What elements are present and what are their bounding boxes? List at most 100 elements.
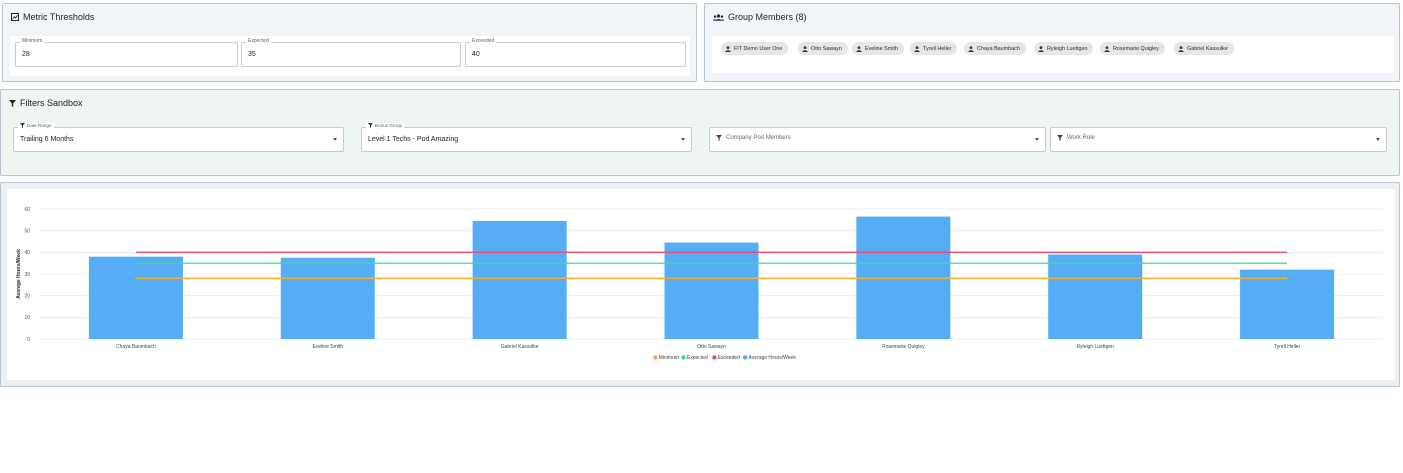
- bonus-group-label-text: Bonus Group: [375, 123, 403, 128]
- y-tick-label: 50: [24, 228, 30, 234]
- member-chip[interactable]: Ryleigh Luettgen: [1034, 42, 1094, 55]
- x-tick-label: Otto Sawayn: [697, 344, 726, 350]
- legend-swatch: [712, 355, 717, 360]
- member-name: Tyrell Heller: [923, 45, 952, 52]
- filters-sandbox-header: Filters Sandbox: [9, 98, 83, 108]
- member-chip[interactable]: Tyrell Heller: [910, 42, 958, 55]
- exceeded-field[interactable]: Exceeded 40: [465, 38, 686, 67]
- date-range-value: Trailing 6 Months: [20, 136, 74, 143]
- date-range-label-text: Date Range: [27, 123, 52, 128]
- filter-icon: [1057, 135, 1063, 141]
- work-role-select[interactable]: Work Role: [1050, 127, 1387, 152]
- metric-thresholds-title: Metric Thresholds: [23, 12, 95, 22]
- y-axis-label: Average Hours/Week: [16, 249, 22, 299]
- bar: [1240, 269, 1335, 339]
- member-chip[interactable]: Chaya Baumbach: [964, 42, 1026, 55]
- member-chip[interactable]: Eveline Smith: [852, 42, 904, 55]
- y-tick-label: 40: [24, 250, 30, 256]
- users-group-icon: [713, 13, 724, 21]
- filter-icon: [368, 123, 373, 128]
- y-tick-label: 10: [24, 315, 30, 321]
- chevron-down-icon: [681, 138, 685, 141]
- exceeded-value: 40: [472, 51, 480, 58]
- filter-icon: [9, 99, 16, 107]
- expected-label: Expected: [246, 38, 271, 44]
- person-icon: [725, 45, 731, 52]
- bar: [472, 220, 567, 339]
- expected-field[interactable]: Expected 35: [241, 38, 461, 67]
- x-tick-label: Eveline Smith: [312, 344, 343, 350]
- filters-sandbox-panel: Filters Sandbox Date Range Trailing 6 Mo…: [0, 89, 1400, 176]
- y-tick-label: 0: [27, 337, 30, 343]
- date-range-label: Date Range: [18, 123, 54, 128]
- chevron-down-icon: [1376, 138, 1380, 141]
- work-role-placeholder: Work Role: [1057, 135, 1095, 141]
- bar: [1048, 254, 1143, 339]
- chart-panel: 0 10 20 30 40 50 60 Average Hours/Week Chaya Bau…: [0, 182, 1400, 387]
- work-role-text: Work Role: [1067, 135, 1095, 141]
- chart-box-icon: [11, 13, 19, 21]
- legend-swatch: [653, 355, 658, 360]
- chart-container: 0 10 20 30 40 50 60 Average Hours/Week Chaya Bau…: [7, 189, 1395, 380]
- legend-label: Expected: [687, 355, 708, 361]
- group-members-title: Group Members (8): [728, 12, 807, 22]
- y-tick-label: 20: [24, 293, 30, 299]
- member-name: Eveline Smith: [865, 45, 898, 52]
- bar: [88, 256, 183, 339]
- bonus-group-label: Bonus Group: [366, 123, 405, 128]
- legend-label: Average Hours/Week: [749, 355, 797, 361]
- company-pod-members-text: Company Pod Members: [726, 135, 791, 141]
- y-tick-label: 60: [24, 207, 30, 213]
- member-chip[interactable]: Gabriel Kassulke: [1174, 42, 1234, 55]
- filter-icon: [716, 135, 722, 141]
- bonus-group-value: Level 1 Techs - Pod Amazing: [368, 136, 459, 143]
- exceeded-label: Exceeded: [470, 38, 497, 44]
- bar: [664, 242, 759, 339]
- date-range-select[interactable]: Date Range Trailing 6 Months: [13, 123, 344, 152]
- member-chip[interactable]: Rosemarie Quigley: [1100, 42, 1165, 55]
- member-name: Rosemarie Quigley: [1113, 45, 1159, 52]
- company-pod-members-placeholder: Company Pod Members: [716, 135, 791, 141]
- group-members-header: Group Members (8): [713, 12, 807, 22]
- member-name: FIT Demo User One: [734, 45, 783, 52]
- member-name: Otto Sawayn: [811, 45, 842, 52]
- legend-label: Exceeded: [718, 355, 740, 361]
- minimum-label: Minimum: [20, 38, 45, 44]
- person-icon: [1104, 45, 1110, 52]
- member-name: Chaya Baumbach: [977, 45, 1020, 52]
- person-icon: [1178, 45, 1184, 52]
- legend-swatch: [743, 355, 748, 360]
- y-tick-label: 30: [24, 272, 30, 278]
- person-icon: [1038, 45, 1044, 52]
- x-tick-label: Ryleigh Luettgen: [1076, 344, 1114, 350]
- person-icon: [802, 45, 808, 52]
- member-name: Gabriel Kassulke: [1187, 45, 1228, 52]
- metric-thresholds-panel: Metric Thresholds Minimum 28 Expected 35…: [2, 3, 697, 82]
- legend-label: Minimum: [659, 355, 679, 361]
- company-pod-members-select[interactable]: Company Pod Members: [709, 127, 1046, 152]
- member-name: Ryleigh Luettgen: [1047, 45, 1088, 52]
- group-members-list: FIT Demo User One Otto Sawayn Eveline Sm…: [712, 36, 1394, 73]
- x-tick-label: Chaya Baumbach: [116, 344, 156, 350]
- filter-icon: [20, 123, 25, 128]
- member-chip[interactable]: Otto Sawayn: [798, 42, 848, 55]
- filters-sandbox-title: Filters Sandbox: [20, 98, 83, 108]
- average-hours-chart: 0 10 20 30 40 50 60 Average Hours/Week Chaya Bau…: [16, 207, 1383, 361]
- chevron-down-icon: [1035, 138, 1039, 141]
- metric-thresholds-header: Metric Thresholds: [11, 12, 94, 22]
- x-tick-label: Tyrell Heller: [1274, 344, 1301, 350]
- x-tick-label: Rosemarie Quigley: [882, 344, 925, 350]
- expected-value: 35: [248, 51, 256, 58]
- member-chip[interactable]: FIT Demo User One: [721, 42, 789, 55]
- minimum-value: 28: [22, 51, 30, 58]
- bar: [280, 257, 375, 339]
- x-tick-label: Gabriel Kassulke: [501, 344, 539, 350]
- person-icon: [856, 45, 862, 52]
- minimum-field[interactable]: Minimum 28: [15, 38, 238, 67]
- legend-swatch: [681, 355, 686, 360]
- group-members-panel: Group Members (8) FIT Demo User One Otto…: [704, 3, 1400, 82]
- person-icon: [968, 45, 974, 52]
- bonus-group-select[interactable]: Bonus Group Level 1 Techs - Pod Amazing: [361, 123, 692, 152]
- person-icon: [914, 45, 920, 52]
- thresholds-fields: Minimum 28 Expected 35 Exceeded 40: [10, 36, 690, 76]
